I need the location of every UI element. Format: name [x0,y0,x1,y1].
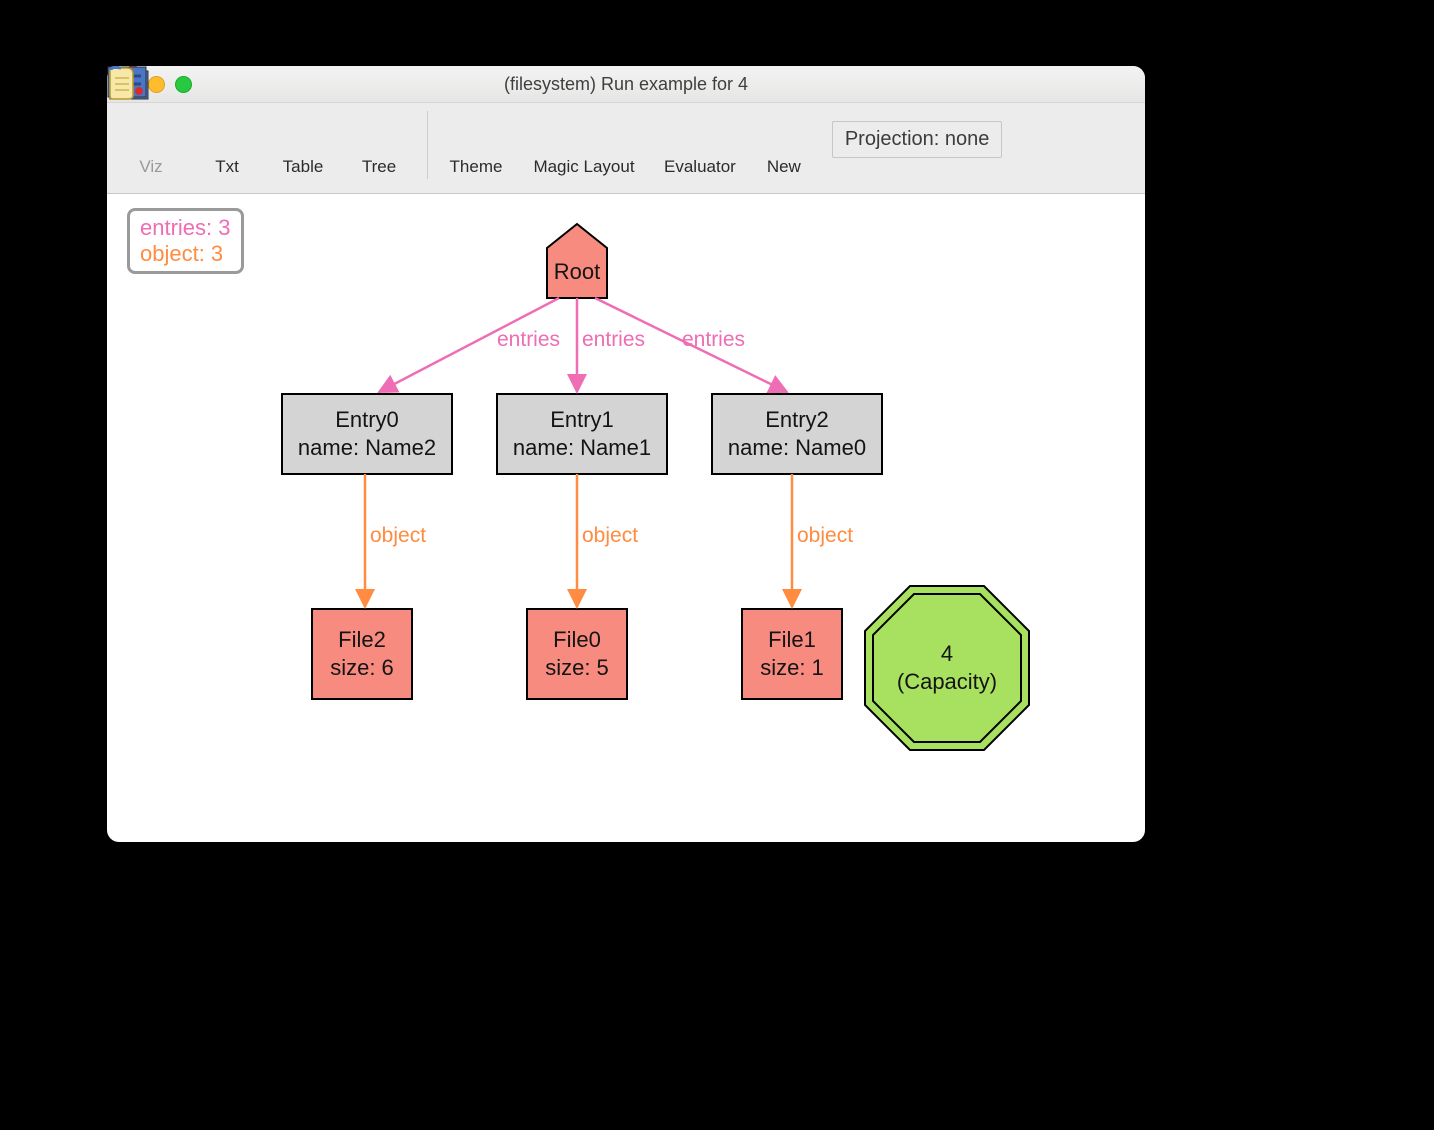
zoom-icon[interactable] [175,76,192,93]
edge-entries-1: entries [497,328,560,352]
file0-size: size: 5 [527,654,627,682]
file2-title: File2 [312,626,412,654]
edge-object-1: object [370,524,426,548]
file1-title: File1 [742,626,842,654]
entry2-title: Entry2 [712,406,882,434]
entry2-name: name: Name0 [712,434,882,462]
edge-object-3: object [797,524,853,548]
file2-size: size: 6 [312,654,412,682]
legend-object: object: 3 [140,241,231,267]
entry1-box[interactable]: Entry1 name: Name1 [497,406,667,461]
file0-title: File0 [527,626,627,654]
capacity-box[interactable]: 4 (Capacity) [865,640,1029,695]
toolbar: Viz A Txt A Table Tree Theme [107,103,1145,194]
magic-layout-label: Magic Layout [533,157,634,177]
app-window: (filesystem) Run example for 4 Viz A Txt… [107,66,1145,834]
minimize-icon[interactable] [148,76,165,93]
legend-box: entries: 3 object: 3 [127,208,244,274]
file1-size: size: 1 [742,654,842,682]
theme-button[interactable]: Theme [440,111,512,177]
new-label: New [767,157,801,177]
txt-label: Txt [215,157,239,177]
projection-selector[interactable]: Projection: none [832,121,1003,158]
entry1-name: name: Name1 [497,434,667,462]
theme-label: Theme [450,157,503,177]
edge-entries-3: entries [682,328,745,352]
legend-entries: entries: 3 [140,215,231,241]
root-label[interactable]: Root [547,258,607,286]
window-controls [121,76,192,93]
entry2-box[interactable]: Entry2 name: Name0 [712,406,882,461]
entry0-title: Entry0 [282,406,452,434]
table-label: Table [283,157,324,177]
evaluator-button[interactable]: Evaluator [656,111,744,177]
viz-button[interactable]: Viz [115,111,187,177]
toolbar-separator [427,111,428,179]
txt-button[interactable]: A Txt [191,111,263,177]
viz-label: Viz [139,157,162,177]
close-icon[interactable] [121,76,138,93]
diagram-canvas[interactable]: entries: 3 object: 3 [107,194,1145,842]
entry1-title: Entry1 [497,406,667,434]
table-button[interactable]: A Table [267,111,339,177]
titlebar: (filesystem) Run example for 4 [107,66,1145,103]
diagram-svg [107,194,1145,842]
magic-layout-button[interactable]: Magic Layout [516,111,652,177]
file0-box[interactable]: File0 size: 5 [527,626,627,681]
capacity-label: (Capacity) [865,668,1029,696]
capacity-value: 4 [865,640,1029,668]
edge-entries-2: entries [582,328,645,352]
projection-label: Projection: none [845,128,990,150]
edge-object-2: object [582,524,638,548]
entry0-box[interactable]: Entry0 name: Name2 [282,406,452,461]
new-button[interactable]: New [748,111,820,177]
file2-box[interactable]: File2 size: 6 [312,626,412,681]
tree-button[interactable]: Tree [343,111,415,177]
file1-box[interactable]: File1 size: 1 [742,626,842,681]
evaluator-label: Evaluator [664,157,736,177]
window-title: (filesystem) Run example for 4 [107,74,1145,95]
entry0-name: name: Name2 [282,434,452,462]
tree-label: Tree [362,157,396,177]
